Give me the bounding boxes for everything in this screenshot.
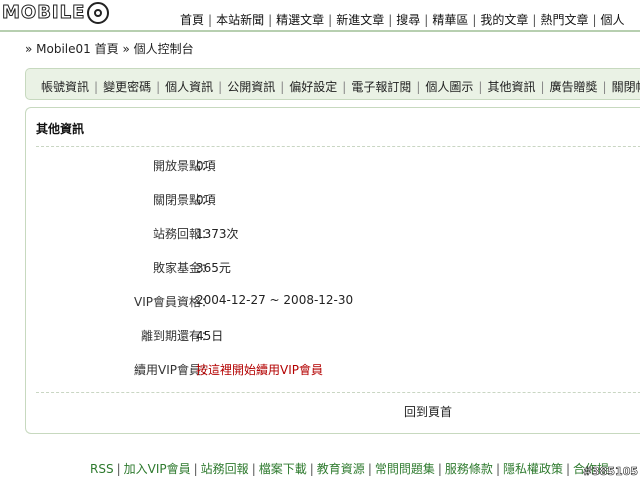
back-to-top-link[interactable]: 回到頁首	[404, 403, 452, 420]
mobile01-logo[interactable]: MOBILE	[1, 2, 110, 24]
nav-featured[interactable]: 精選文章	[272, 13, 328, 27]
row-value: 0項	[196, 193, 216, 207]
footer-links: RSS | 加入VIP會員 | 站務回報 | 檔案下載 | 教育資源 | 常問問題集 | 服務條款 | 隱私…	[87, 460, 612, 477]
nav-personal[interactable]: 個人	[597, 13, 629, 27]
tab-public-info[interactable]: 公開資訊	[222, 80, 280, 94]
row-value: 1373次	[196, 227, 239, 241]
tab-preferences[interactable]: 偏好設定	[284, 80, 342, 94]
row-fund: 敗家基金： 365元	[26, 259, 640, 275]
breadcrumb-home[interactable]: » Mobile01 首頁	[25, 42, 119, 56]
footer-rss[interactable]: RSS	[87, 462, 117, 476]
row-days-left: 離到期還有： 45日	[26, 327, 640, 343]
panel-title: 其他資訊	[36, 122, 85, 136]
nav-new-articles[interactable]: 新進文章	[332, 13, 388, 27]
tab-account-info[interactable]: 帳號資訊	[36, 80, 94, 94]
row-open-spots: 開放景點： 0項	[26, 157, 640, 173]
tab-change-password[interactable]: 變更密碼	[98, 80, 156, 94]
row-value: 2004-12-27 ~ 2008-12-30	[196, 293, 354, 307]
row-value: 365元	[196, 261, 231, 275]
watermark: #385105	[582, 465, 639, 479]
footer-terms[interactable]: 服務條款	[442, 462, 496, 476]
other-info-panel: 其他資訊 開放景點： 0項 關閉景點： 0項 站務回報： 1373次 敗家基金：…	[25, 107, 640, 434]
row-closed-spots: 關閉景點： 0項	[26, 191, 640, 207]
row-value: 45日	[196, 329, 224, 343]
tab-personal-info[interactable]: 個人資訊	[160, 80, 218, 94]
renew-vip-link[interactable]: 按這裡開始續用VIP會員	[196, 361, 323, 378]
divider	[36, 146, 640, 147]
nav-home[interactable]: 首頁	[176, 13, 208, 27]
row-value: 0項	[196, 159, 216, 173]
footer-education[interactable]: 教育資源	[314, 462, 368, 476]
footer-downloads[interactable]: 檔案下載	[256, 462, 310, 476]
nav-search[interactable]: 搜尋	[392, 13, 424, 27]
divider	[36, 392, 640, 393]
row-site-reports: 站務回報： 1373次	[26, 225, 640, 241]
tab-avatar[interactable]: 個人圖示	[420, 80, 478, 94]
logo-ring-icon	[87, 2, 110, 24]
nav-popular[interactable]: 熱門文章	[536, 13, 592, 27]
tab-other-info[interactable]: 其他資訊	[482, 80, 540, 94]
nav-my-articles[interactable]: 我的文章	[476, 13, 532, 27]
control-panel-tabs: 帳號資訊 | 變更密碼 | 個人資訊 | 公開資訊 | 偏好設定 | 電子報訂閱 | 個人圖示 | 其他資訊…	[25, 68, 640, 100]
footer-join-vip[interactable]: 加入VIP會員	[121, 462, 194, 476]
footer-site-report[interactable]: 站務回報	[198, 462, 252, 476]
nav-site-news[interactable]: 本站新聞	[212, 13, 268, 27]
tab-ad-rewards[interactable]: 廣告贈獎	[545, 80, 603, 94]
breadcrumb: » Mobile01 首頁 » 個人控制台	[25, 40, 194, 57]
logo-text: MOBILE	[1, 2, 86, 24]
nav-best-of[interactable]: 精華區	[428, 13, 472, 27]
header-divider	[0, 30, 640, 32]
footer-faq[interactable]: 常問問題集	[372, 462, 438, 476]
row-vip-period: VIP會員資格： 2004-12-27 ~ 2008-12-30	[26, 293, 640, 309]
footer-privacy[interactable]: 隱私權政策	[500, 462, 566, 476]
top-bar: MOBILE 首頁 | 本站新聞 | 精選文章 | 新進文章 | 搜尋 | 精華區 | 我的文章 | 熱門文…	[0, 0, 640, 34]
tab-newsletter[interactable]: 電子報訂閱	[346, 80, 416, 94]
row-renew-vip: 續用VIP會員： 按這裡開始續用VIP會員	[26, 361, 640, 377]
top-nav: 首頁 | 本站新聞 | 精選文章 | 新進文章 | 搜尋 | 精華區 | 我的文章 | 熱門文章 | 個人	[176, 11, 629, 28]
breadcrumb-current: » 個人控制台	[122, 42, 194, 56]
tab-close-account[interactable]: 關閉帳	[607, 80, 640, 94]
